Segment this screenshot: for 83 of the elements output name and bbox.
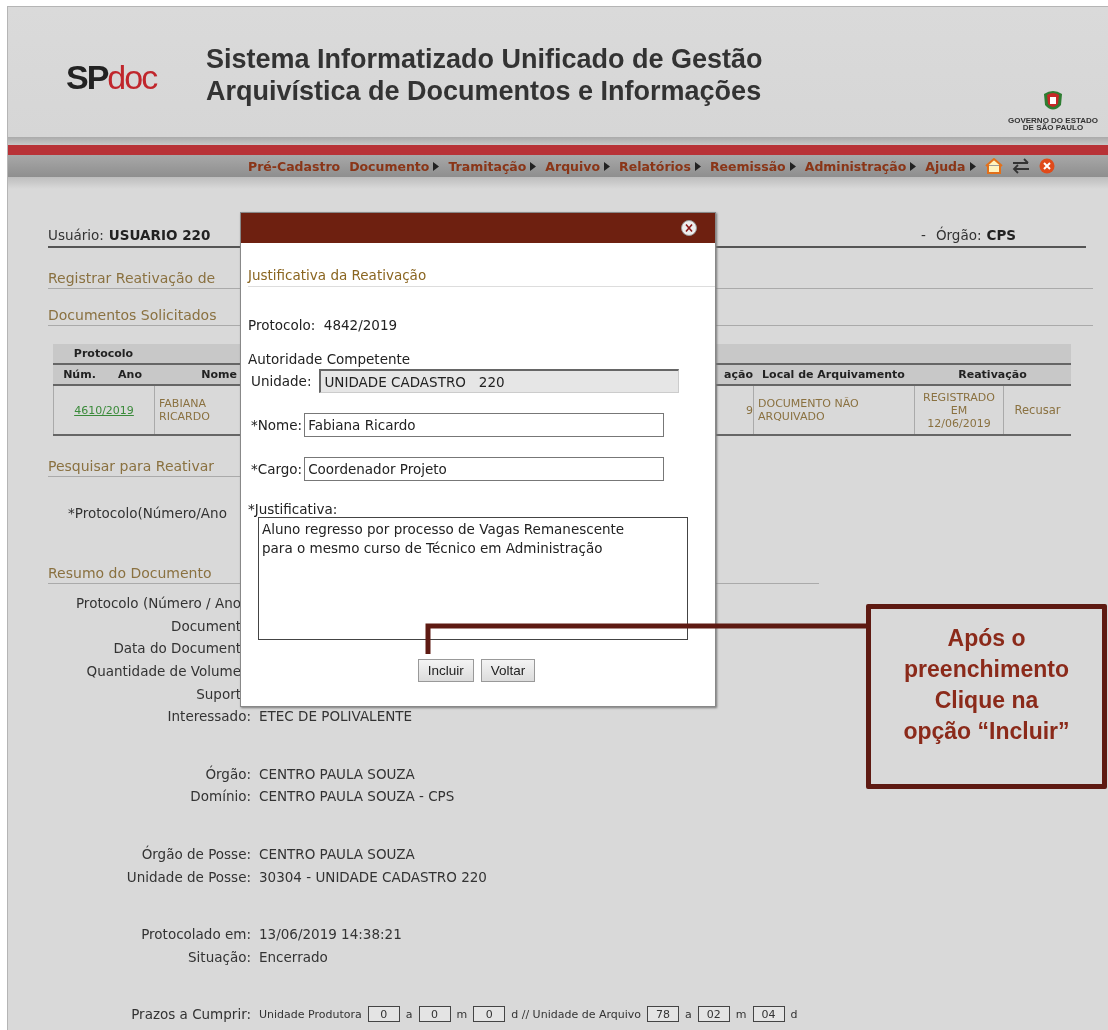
field-label: Quantidade de Volume bbox=[85, 663, 242, 680]
section-title: Documentos Solicitados bbox=[48, 307, 217, 323]
nav-menu-item[interactable]: Arquivo bbox=[545, 158, 611, 174]
field-value: ETEC DE POLIVALENTE bbox=[259, 708, 414, 725]
caret-icon bbox=[694, 161, 701, 171]
deadline-field: 0 bbox=[367, 1006, 400, 1023]
field-value: 30304 - UNIDADE CADASTRO 220 bbox=[259, 868, 488, 885]
field-label: Situação: bbox=[187, 948, 251, 965]
deadline-text: a bbox=[685, 1007, 692, 1021]
field-value: Encerrado bbox=[259, 948, 329, 965]
close-icon[interactable] bbox=[681, 220, 697, 236]
separator-text: - bbox=[921, 227, 926, 243]
dialog-heading: Justificativa da Reativação bbox=[248, 267, 715, 287]
caret-icon bbox=[789, 161, 796, 171]
nav-menu-item[interactable]: Pré-Cadastro bbox=[248, 158, 341, 174]
table-cell: REGISTRADO EM 12/06/2019 bbox=[914, 386, 1003, 434]
org-label: Órgão: CPS bbox=[935, 227, 1016, 243]
field-value: 13/06/2019 14:38:21 bbox=[259, 926, 403, 943]
text-field[interactable]: Coordenador Projeto bbox=[304, 457, 665, 481]
field-value: CENTRO PAULA SOUZA - CPS bbox=[259, 788, 456, 805]
deadline-text: m bbox=[456, 1007, 468, 1021]
field-label: *Nome: bbox=[251, 417, 303, 433]
deadline-text: m bbox=[735, 1007, 747, 1021]
section-title: Resumo do Documento bbox=[48, 565, 212, 581]
dialog-button[interactable]: Voltar bbox=[480, 659, 536, 682]
caret-icon bbox=[969, 161, 976, 171]
deadline-text: Unidade Produtora bbox=[259, 1007, 362, 1021]
field-value: CENTRO PAULA SOUZA bbox=[259, 846, 416, 863]
swap-arrows-icon[interactable] bbox=[1011, 158, 1030, 174]
nav-menu-item[interactable]: Administração bbox=[804, 158, 917, 174]
system-title: Sistema Informatizado Unificado de Gestão Arquivística de Documentos e Informações bbox=[206, 43, 763, 107]
caret-icon bbox=[433, 161, 440, 171]
field-label: Órgão de Posse: bbox=[140, 846, 251, 863]
deadline-text: d // Unidade de Arquivo bbox=[511, 1007, 642, 1021]
deadline-field: 78 bbox=[647, 1006, 680, 1023]
field-label: Unidade: bbox=[251, 373, 312, 389]
spdoc-logo: SPdoc bbox=[66, 57, 158, 97]
deadline-text: a bbox=[405, 1007, 413, 1021]
section-title: Pesquisar para Reativar bbox=[48, 458, 215, 474]
nav-menu-item[interactable]: Relatórios bbox=[619, 158, 701, 174]
deadline-field: 04 bbox=[752, 1006, 785, 1023]
dialog-button[interactable]: Incluir bbox=[417, 659, 474, 682]
column-header: Protocolo bbox=[53, 344, 154, 365]
field-label: Protocolado em: bbox=[140, 926, 251, 943]
protocol-link[interactable]: 4610/2019 bbox=[74, 403, 134, 417]
deadline-field: 0 bbox=[473, 1006, 506, 1023]
deadline-field: 02 bbox=[697, 1006, 730, 1023]
field-label: Domínio: bbox=[189, 788, 251, 805]
close-icon[interactable] bbox=[1038, 158, 1055, 174]
caret-icon bbox=[604, 161, 611, 171]
nav-menu-item[interactable]: Tramitação bbox=[448, 158, 537, 174]
nav-menu-item[interactable]: Documento bbox=[349, 158, 440, 174]
field-label: *Justificativa: bbox=[248, 501, 339, 517]
user-label: Usuário: USUARIO 220 bbox=[48, 227, 211, 243]
instruction-callout: Após o preenchimento Clique na opção “Incluir” bbox=[866, 604, 1107, 789]
table-cell: Recusar bbox=[1003, 386, 1071, 434]
field-value: CENTRO PAULA SOUZA bbox=[259, 765, 416, 782]
deadline-field: 0 bbox=[418, 1006, 451, 1023]
text-field[interactable]: Fabiana Ricardo bbox=[304, 413, 665, 437]
field-label: Interessado: bbox=[166, 708, 251, 725]
table-cell: FABIANA RICARDO bbox=[154, 386, 241, 434]
field-label: Protocolo (Número / Ano bbox=[74, 595, 242, 612]
government-caption: GOVERNO DO ESTADO DE SÃO PAULO bbox=[1007, 117, 1099, 131]
section-title: Registrar Reativação de bbox=[48, 270, 216, 286]
justification-field[interactable]: Aluno regresso por processo de Vagas Remanescente para o mesmo curso de Técnico em Administração bbox=[258, 517, 688, 640]
field-label: Data do Document bbox=[112, 640, 242, 657]
caret-icon bbox=[530, 161, 537, 171]
table-cell: DOCUMENTO NÃO ARQUIVADO bbox=[753, 386, 914, 434]
nav-menu-item[interactable]: Ajuda bbox=[925, 158, 976, 174]
field-label: Unidade de Posse: bbox=[125, 868, 251, 885]
field-label: *Cargo: bbox=[251, 461, 303, 477]
caret-icon bbox=[910, 161, 917, 171]
deadline-text: d bbox=[790, 1007, 798, 1021]
protocol-text: Protocolo: 4842/2019 bbox=[248, 317, 399, 333]
field-label: Prazos a Cumprir: bbox=[130, 1006, 251, 1023]
field-label: Document bbox=[170, 617, 242, 634]
field-label: *Protocolo(Número/Ano bbox=[68, 505, 227, 521]
field-label: Órgão: bbox=[204, 765, 251, 782]
table-cell: 9 bbox=[716, 386, 753, 434]
nav-menu-item[interactable]: Reemissão bbox=[709, 158, 796, 174]
authority-label: Autoridade Competente bbox=[248, 351, 412, 367]
field-label: Suport bbox=[195, 685, 242, 702]
home-icon[interactable] bbox=[984, 158, 1003, 174]
